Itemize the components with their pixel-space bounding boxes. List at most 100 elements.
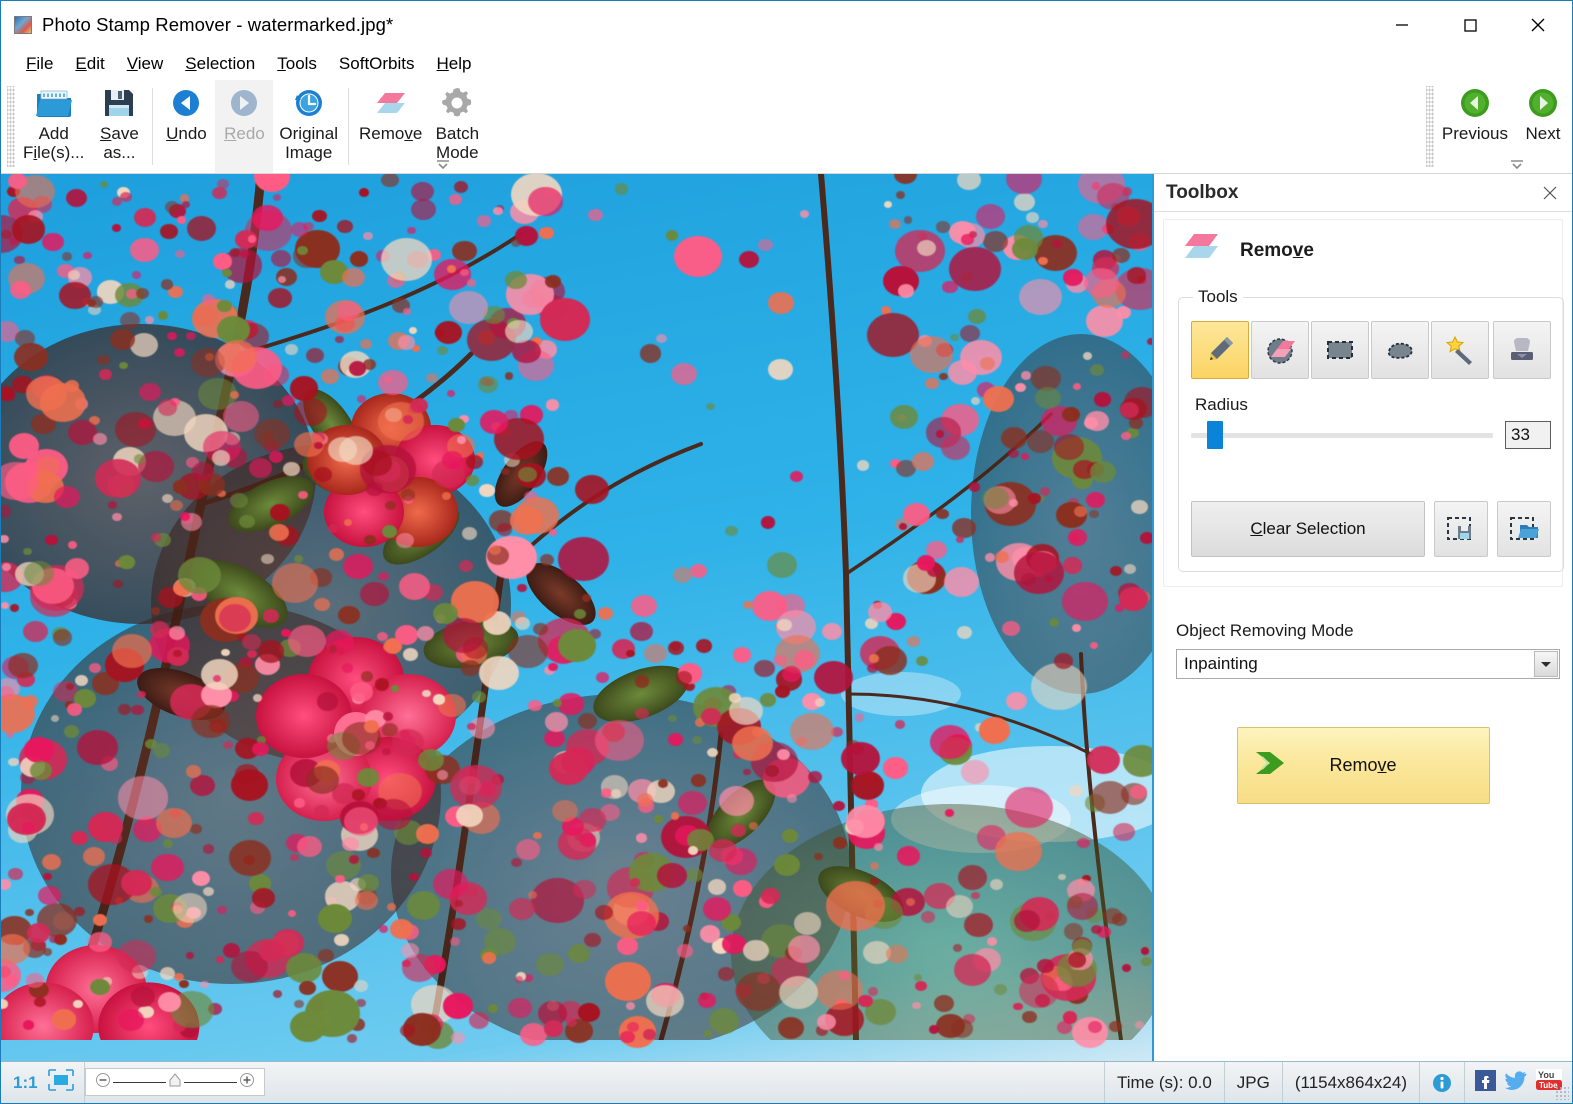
toolbar-separator-1	[152, 88, 154, 165]
menu-edit[interactable]: Edit	[64, 51, 115, 77]
previous-button[interactable]: Previous	[1436, 80, 1514, 173]
redo-button[interactable]: Redo	[215, 80, 274, 173]
open-folder-icon	[34, 84, 74, 122]
facebook-icon[interactable]	[1475, 1069, 1496, 1096]
status-bar: 1:1 Time (s): 0.0 JPG (1154x864x24) You …	[1, 1061, 1572, 1103]
toolbox-close-icon[interactable]	[1536, 179, 1564, 207]
green-left-arrow-icon	[1459, 84, 1491, 122]
toolbox-panel: Toolbox Remove Tools Radius 33 C lear Se…	[1154, 174, 1572, 1061]
menu-edit-rest: dit	[86, 54, 105, 73]
zoom-slider[interactable]	[84, 1068, 265, 1096]
menu-selection[interactable]: Selection	[174, 51, 266, 77]
radius-value-input[interactable]: 33	[1505, 421, 1551, 449]
toolbar-grip[interactable]	[7, 86, 15, 167]
toolbox-header: Toolbox	[1154, 174, 1572, 212]
undo-label: Undo	[166, 124, 207, 143]
eraser-circle-icon	[1267, 338, 1295, 364]
remove-toolbar-button[interactable]: Remove	[353, 80, 428, 173]
maximize-button[interactable]	[1436, 1, 1504, 48]
close-button[interactable]	[1504, 1, 1572, 48]
menu-view-rest: iew	[137, 54, 164, 73]
magic-wand-tool-button[interactable]	[1431, 321, 1489, 379]
menu-file-rest: ile	[36, 54, 54, 73]
resize-grip[interactable]	[1555, 1086, 1569, 1100]
image-dimensions-label: (1154x864x24)	[1283, 1062, 1420, 1103]
rectangle-select-icon	[1327, 341, 1353, 359]
toolbar-overflow-left-icon[interactable]	[434, 157, 452, 171]
minus-icon[interactable]	[95, 1072, 111, 1093]
radius-slider[interactable]	[1191, 421, 1493, 449]
save-as-button[interactable]: Save as...	[90, 80, 148, 173]
selection-actions-row: Clear Selection	[1191, 501, 1551, 557]
lasso-icon	[1387, 342, 1413, 359]
toolbar-separator-2	[348, 88, 349, 165]
eraser-icon	[1178, 230, 1224, 271]
menu-view[interactable]: View	[116, 51, 175, 77]
object-removing-mode-select[interactable]: Inpainting	[1176, 649, 1560, 679]
minimize-button[interactable]	[1368, 1, 1436, 48]
magic-wand-icon	[1445, 335, 1472, 365]
marker-tool-button[interactable]	[1191, 321, 1249, 379]
title-bar: Photo Stamp Remover - watermarked.jpg*	[1, 1, 1572, 48]
clock-history-icon	[292, 84, 326, 122]
status-message-area	[265, 1062, 1105, 1103]
fit-to-screen-icon[interactable]	[47, 1069, 74, 1096]
lasso-select-tool-button[interactable]	[1371, 321, 1429, 379]
eraser-tool-button[interactable]	[1251, 321, 1309, 379]
remove-section-title: Remove	[1240, 239, 1314, 261]
save-selection-button[interactable]	[1434, 501, 1488, 557]
tool-buttons-row	[1191, 321, 1551, 379]
svg-text:You: You	[1538, 1070, 1554, 1080]
remove-action-button[interactable]: Remove	[1236, 727, 1490, 804]
clone-stamp-tool-button[interactable]	[1493, 321, 1551, 379]
image-canvas[interactable]	[1, 174, 1154, 1061]
zoom-track-right	[183, 1081, 237, 1083]
original-image-button[interactable]: Original Image	[273, 80, 344, 173]
load-selection-button[interactable]	[1497, 501, 1551, 557]
previous-label: Previous	[1441, 124, 1508, 143]
object-removing-mode-value: Inpainting	[1184, 654, 1258, 673]
twitter-icon[interactable]	[1505, 1070, 1527, 1095]
save-as-label: Save as...	[100, 124, 139, 162]
redo-label: Redo	[224, 124, 265, 143]
remove-toolbar-label: Remove	[359, 124, 423, 143]
next-label: Next	[1525, 124, 1561, 143]
clear-selection-button[interactable]: Clear Selection	[1191, 501, 1425, 557]
radius-slider-thumb[interactable]	[1207, 421, 1224, 449]
navigation-group: Previous Next	[1420, 80, 1572, 173]
menu-tools-rest: ools	[285, 54, 317, 73]
menu-file[interactable]: File	[15, 51, 64, 77]
toolbar-overflow-icon[interactable]	[1508, 157, 1526, 171]
plus-icon[interactable]	[239, 1072, 255, 1093]
blossom-petal-layer	[1, 174, 1152, 1061]
save-selection-icon	[1447, 517, 1471, 540]
add-files-button[interactable]: Add File(s)...	[17, 80, 90, 173]
application-window: Photo Stamp Remover - watermarked.jpg* F…	[0, 0, 1573, 1104]
menu-help-rest: elp	[448, 54, 472, 73]
gear-icon	[439, 84, 475, 122]
green-right-arrow-icon	[1527, 84, 1559, 122]
photo-image[interactable]	[1, 174, 1152, 1061]
menu-bar: File Edit View Selection Tools SoftOrbit…	[1, 48, 1572, 80]
menu-help[interactable]: Help	[426, 51, 483, 77]
floppy-save-icon	[102, 84, 136, 122]
undo-button[interactable]: Undo	[157, 80, 215, 173]
menu-tools[interactable]: Tools	[266, 51, 328, 77]
zoom-controls: 1:1	[1, 1062, 85, 1103]
undo-arrow-icon	[169, 84, 203, 122]
toolbox-title: Toolbox	[1166, 181, 1239, 203]
original-image-label: Original Image	[279, 124, 338, 162]
zoom-slider-thumb[interactable]	[168, 1072, 182, 1093]
app-photo-icon	[14, 15, 32, 34]
nav-grip[interactable]	[1425, 86, 1434, 167]
radius-slider-track	[1191, 432, 1493, 438]
stamp-icon	[1511, 338, 1533, 360]
radius-label: Radius	[1195, 395, 1248, 414]
info-icon[interactable]	[1420, 1062, 1465, 1103]
zoom-ratio-label[interactable]: 1:1	[13, 1073, 38, 1093]
chevron-down-icon[interactable]	[1534, 651, 1558, 677]
menu-softorbits[interactable]: SoftOrbits	[328, 51, 426, 77]
toolbar: Add File(s)... Save as... Undo Redo Orig…	[1, 80, 1572, 174]
window-title: Photo Stamp Remover - watermarked.jpg*	[42, 13, 394, 35]
rectangle-select-tool-button[interactable]	[1311, 321, 1369, 379]
